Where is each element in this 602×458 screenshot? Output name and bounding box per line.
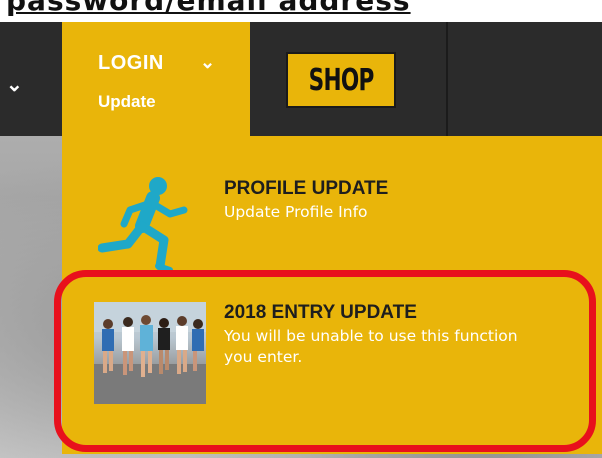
race-photo-thumbnail [94,302,206,404]
chevron-down-icon[interactable]: ⌄ [200,52,215,73]
runner-icon [98,177,188,273]
nav-login-update[interactable]: LOGIN ⌄ Update [62,22,250,136]
profile-update-title: PROFILE UPDATE [224,178,389,199]
shop-button[interactable]: SHOP [286,52,396,108]
entry-update-subtitle-line2: you enter. [224,348,303,366]
top-cut-banner: password/email address [0,0,602,22]
chevron-down-icon[interactable]: ⌄ [6,72,23,97]
login-sub-label: Update [98,92,156,111]
nav-divider [446,22,448,136]
cut-off-header-text: password/email address [6,0,411,17]
profile-update-subtitle: Update Profile Info [224,203,368,221]
race-runners-image [94,302,206,404]
nav-shop[interactable]: SHOP [250,22,446,136]
shop-label: SHOP [308,62,375,98]
menu-item-profile-update[interactable]: PROFILE UPDATE Update Profile Info [62,136,602,274]
menu-item-2018-entry-update[interactable]: 2018 ENTRY UPDATE You will be unable to … [62,274,602,454]
entry-update-subtitle-line1: You will be unable to use this function [224,327,518,345]
login-label: LOGIN [98,52,164,74]
entry-update-title: 2018 ENTRY UPDATE [224,302,417,323]
login-dropdown-menu: PROFILE UPDATE Update Profile Info 2018 … [62,136,602,454]
